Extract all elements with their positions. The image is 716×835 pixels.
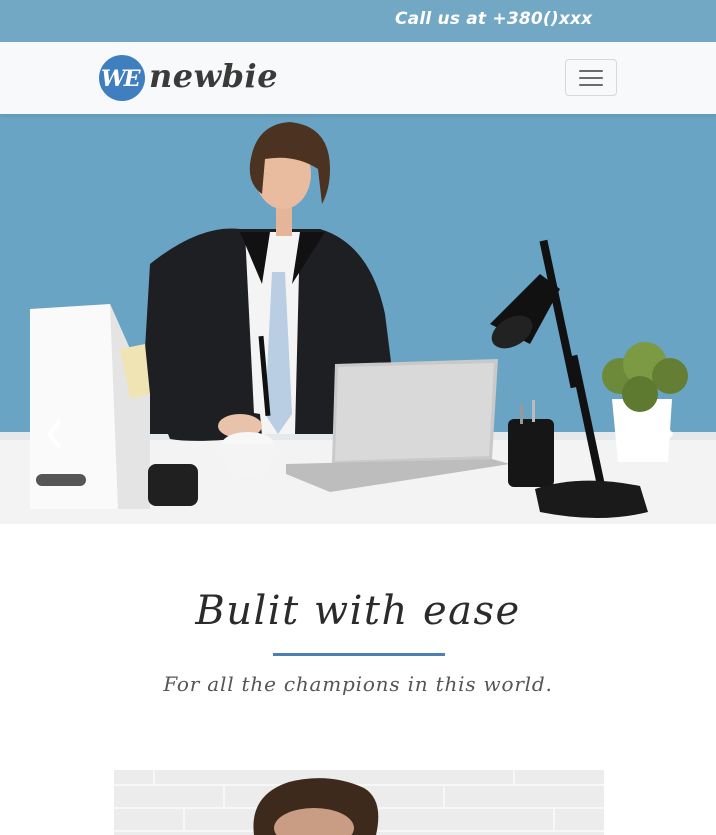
hero-slide-image [0, 114, 716, 524]
logo-mark-icon: WE [99, 55, 145, 101]
logo-mark-text: WE [101, 66, 140, 92]
brand-logo[interactable]: WE newbie [99, 54, 278, 102]
headline-divider [273, 653, 445, 656]
chevron-right-icon [659, 420, 673, 448]
section-headline: Bulit with ease [195, 588, 521, 634]
carousel-next-button[interactable] [645, 414, 685, 454]
featured-photo [114, 770, 604, 835]
call-us-text: Call us at +380()xxx [395, 9, 593, 29]
logo-wordmark: newbie [149, 57, 279, 95]
navbar-toggler-button[interactable] [565, 59, 617, 96]
featured-photo-image [114, 770, 604, 835]
top-contact-bar: Call us at +380()xxx [0, 0, 716, 42]
hero-carousel [0, 114, 716, 524]
navbar: WE newbie [0, 42, 716, 114]
chevron-left-icon [47, 420, 61, 448]
carousel-prev-button[interactable] [35, 414, 75, 454]
section-subheadline: For all the champions in this world. [163, 672, 553, 696]
